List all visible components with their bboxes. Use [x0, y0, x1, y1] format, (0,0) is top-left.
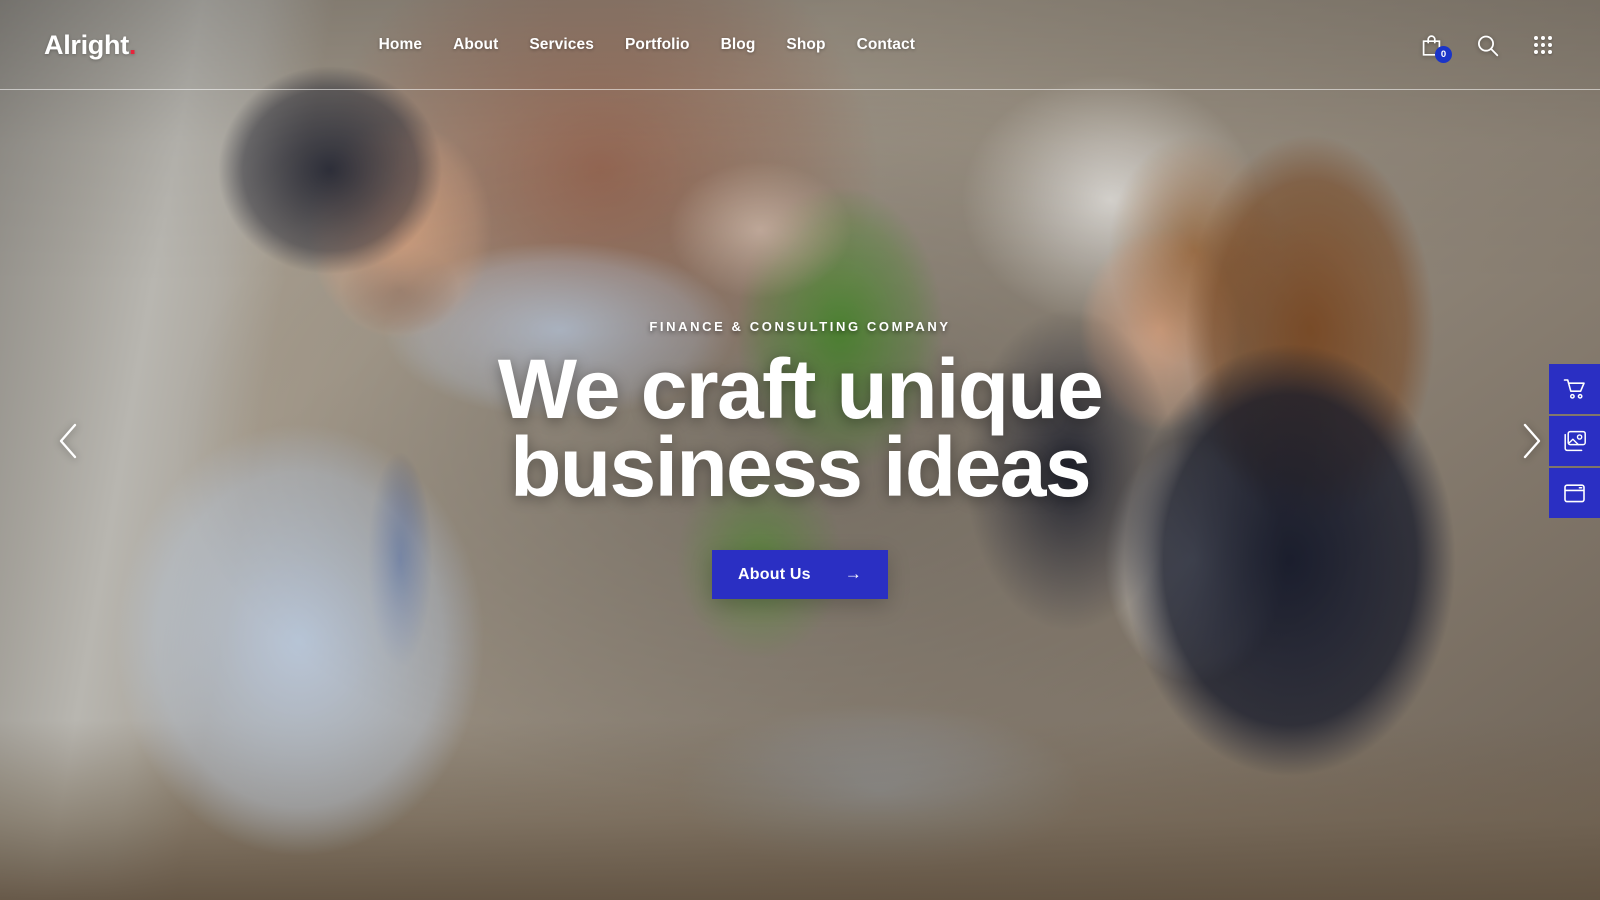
hero-eyebrow: Finance & Consulting Company — [649, 318, 951, 334]
hero-headline-line-2: business ideas — [510, 420, 1091, 514]
cart-button[interactable]: 0 — [1418, 32, 1452, 63]
about-us-button[interactable]: About Us → — [712, 550, 888, 600]
side-dock-layouts-button[interactable] — [1549, 468, 1600, 518]
chevron-right-icon — [1523, 423, 1541, 459]
nav-item-home[interactable]: Home — [379, 36, 422, 54]
browser-window-icon — [1564, 483, 1585, 502]
hero-stage: Alright. Home About Services Portfolio B… — [0, 0, 1600, 900]
header-tools: 0 — [1418, 32, 1556, 63]
apps-menu-button[interactable] — [1530, 32, 1556, 58]
shopping-cart-icon — [1563, 379, 1585, 399]
nav-item-services[interactable]: Services — [529, 36, 594, 54]
chevron-left-icon — [59, 423, 77, 459]
side-dock-gallery-button[interactable] — [1549, 416, 1600, 466]
side-dock-cart-button[interactable] — [1549, 364, 1600, 414]
logo-text: Alright — [44, 29, 129, 60]
nav-item-contact[interactable]: Contact — [857, 36, 915, 54]
about-us-button-label: About Us — [738, 565, 811, 583]
nav-item-portfolio[interactable]: Portfolio — [625, 36, 690, 54]
site-header: Alright. Home About Services Portfolio B… — [0, 0, 1600, 90]
arrow-right-icon: → — [844, 564, 862, 584]
main-navigation: Home About Services Portfolio Blog Shop … — [379, 36, 915, 54]
search-icon — [1477, 35, 1498, 56]
site-logo[interactable]: Alright. — [44, 30, 136, 61]
search-button[interactable] — [1474, 32, 1500, 58]
cart-count-badge: 0 — [1435, 46, 1452, 63]
nav-item-about[interactable]: About — [453, 36, 498, 54]
carousel-next-button[interactable] — [1512, 413, 1552, 469]
logo-dot: . — [128, 29, 137, 60]
nav-item-shop[interactable]: Shop — [786, 36, 825, 54]
grid-dots-icon — [1533, 35, 1553, 55]
nav-item-blog[interactable]: Blog — [721, 36, 756, 54]
hero-headline: We craft unique business ideas — [498, 347, 1104, 514]
image-gallery-icon — [1563, 430, 1586, 452]
carousel-prev-button[interactable] — [48, 413, 88, 469]
side-dock — [1549, 364, 1600, 518]
hero-content: Finance & Consulting Company We craft un… — [0, 0, 1600, 900]
